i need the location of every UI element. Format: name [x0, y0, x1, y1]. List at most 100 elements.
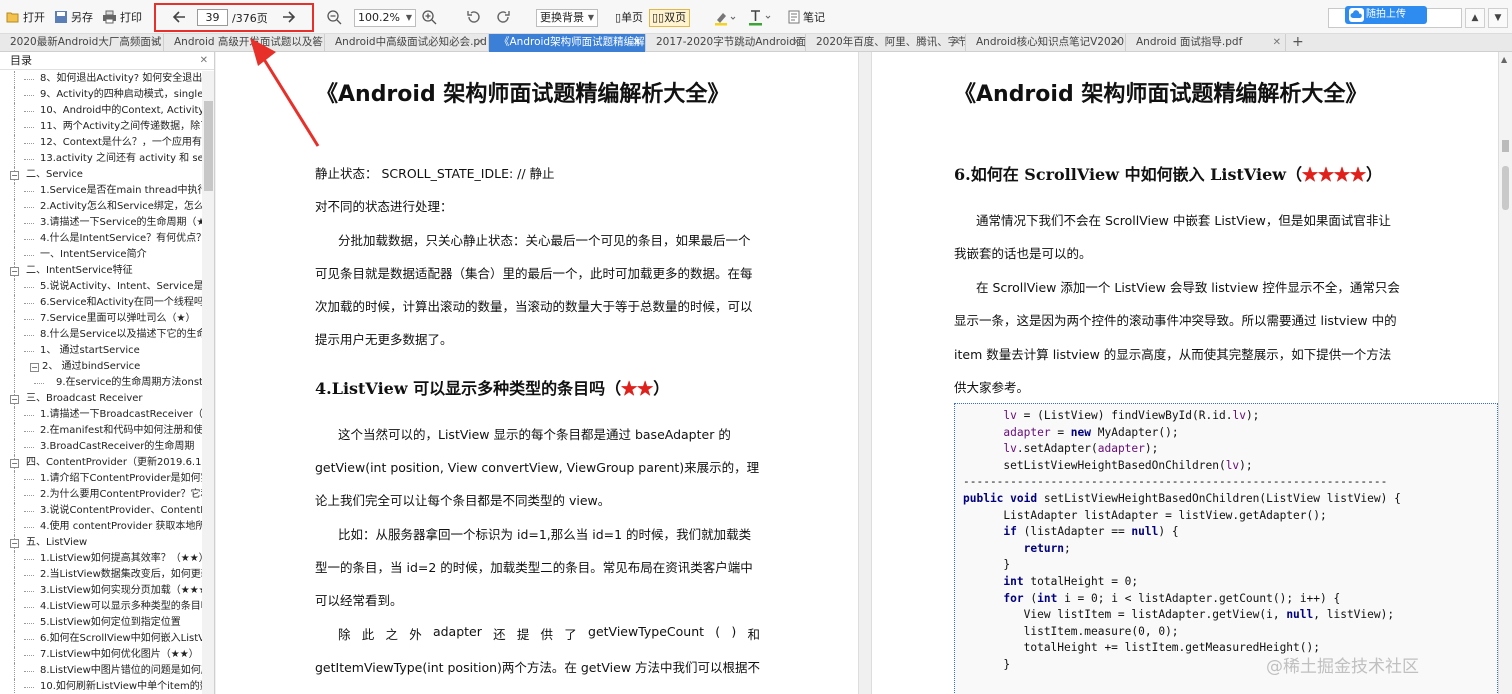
toc-item[interactable]: 一、IntentService简介: [0, 247, 202, 263]
collapse-toggle-icon[interactable]: −: [10, 171, 19, 180]
tree-line: [14, 471, 15, 487]
scroll-thumb[interactable]: [204, 101, 213, 191]
toc-item[interactable]: 2.Activity怎么和Service绑定，怎么在: [0, 199, 202, 215]
tree-branch: [24, 143, 34, 144]
document-scrollbar[interactable]: ▲: [1498, 52, 1512, 694]
close-icon[interactable]: ✕: [476, 34, 484, 51]
rotate-right-icon[interactable]: [495, 9, 511, 25]
collapse-toggle-icon[interactable]: −: [10, 539, 19, 548]
toc-item[interactable]: 13.activity 之间还有 activity 和 servi: [0, 151, 202, 167]
tree-line: [14, 183, 15, 199]
next-page-button[interactable]: [278, 7, 298, 27]
expand-button[interactable]: ▼: [1488, 8, 1508, 28]
toc-item[interactable]: 10、Android中的Context, Activity,: [0, 103, 202, 119]
close-icon[interactable]: ✕: [200, 52, 208, 70]
open-button[interactable]: 打开: [2, 5, 49, 29]
close-icon[interactable]: ✕: [1273, 34, 1281, 51]
toc-item-label: 2.当ListView数据集改变后，如何更新: [40, 569, 202, 580]
print-button[interactable]: 打印: [98, 5, 146, 29]
toc-item[interactable]: 6.如何在ScrollView中如何嵌入ListVie: [0, 631, 202, 647]
toc-item[interactable]: − 二、IntentService特征: [0, 263, 202, 279]
toc-item[interactable]: − 二、Service: [0, 167, 202, 183]
toc-item[interactable]: 2.在manifest和代码中如何注册和使用: [0, 423, 202, 439]
toc-item[interactable]: 7.Service里面可以弹吐司么（★）: [0, 311, 202, 327]
toc-item[interactable]: − 三、Broadcast Receiver: [0, 391, 202, 407]
close-icon[interactable]: ✕: [312, 34, 320, 51]
collapse-toggle-icon[interactable]: −: [10, 459, 19, 468]
upload-button[interactable]: 随拍上传: [1345, 6, 1427, 24]
tab-label: Android 面试指导.pdf: [1136, 36, 1243, 48]
background-select[interactable]: 更换背景 ▼: [536, 9, 598, 27]
toc-item[interactable]: 1.请描述一下BroadcastReceiver（★: [0, 407, 202, 423]
single-page-button[interactable]: ▯单页: [612, 9, 647, 27]
toc-item[interactable]: − 五、ListView: [0, 535, 202, 551]
tab-doc-6[interactable]: 2020年百度、阿里、腾讯、字节 ✕: [806, 34, 966, 52]
collapse-button[interactable]: ▲: [1465, 8, 1485, 28]
toc-item[interactable]: − 四、ContentProvider（更新2019.6.14）: [0, 455, 202, 471]
tab-doc-3[interactable]: Android中高级面试必知必会.pd ✕: [325, 34, 489, 52]
toc-item[interactable]: 3.请描述一下Service的生命周期（★★: [0, 215, 202, 231]
collapse-toggle-icon[interactable]: −: [10, 267, 19, 276]
scroll-thumb[interactable]: [1502, 166, 1509, 210]
tab-doc-5[interactable]: 2017-2020字节跳动Android面 ✕: [646, 34, 806, 52]
tab-label: Android 高级开发面试题以及答: [174, 36, 323, 48]
scroll-thumb[interactable]: [1502, 140, 1509, 152]
close-icon[interactable]: ✕: [151, 34, 159, 51]
prev-page-button[interactable]: [170, 7, 190, 27]
toc-item[interactable]: 1.请介绍下ContentProvider是如何实: [0, 471, 202, 487]
close-icon[interactable]: ✕: [633, 34, 641, 51]
toc-item[interactable]: 2.当ListView数据集改变后，如何更新: [0, 567, 202, 583]
double-page-button[interactable]: ▯▯双页: [649, 9, 691, 27]
toc-item-label: 3.BroadCastReceiver的生命周期: [40, 441, 195, 452]
collapse-toggle-icon[interactable]: −: [10, 395, 19, 404]
toc-item[interactable]: 3.说说ContentProvider、ContentRe: [0, 503, 202, 519]
zoom-select[interactable]: 100.2% ▼: [354, 9, 416, 27]
tab-doc-8[interactable]: Android 面试指导.pdf ✕: [1126, 34, 1286, 52]
toc-item[interactable]: 6.Service和Activity在同一个线程吗（: [0, 295, 202, 311]
collapse-toggle-icon[interactable]: −: [30, 363, 39, 372]
toc-item[interactable]: 5.说说Activity、Intent、Service是什么: [0, 279, 202, 295]
tab-doc-4-active[interactable]: 《Android架构师面试题精编解 ✕: [489, 34, 646, 52]
toc-scrollbar[interactable]: [202, 71, 214, 694]
save-as-button[interactable]: 另存: [50, 5, 97, 29]
toc-item[interactable]: 8.什么是Service以及描述下它的生命周: [0, 327, 202, 343]
add-tab-button[interactable]: +: [1292, 34, 1304, 51]
close-icon[interactable]: ✕: [1113, 34, 1121, 51]
toc-item[interactable]: 10.如何刷新ListView中单个item的数据: [0, 679, 202, 694]
toc-item[interactable]: 11、两个Activity之间传递数据，除了i: [0, 119, 202, 135]
rotate-left-icon[interactable]: [466, 9, 482, 25]
close-icon[interactable]: ✕: [953, 34, 961, 51]
notes-button[interactable]: 笔记: [784, 5, 829, 29]
toc-item[interactable]: 9、Activity的四种启动模式，singleto: [0, 87, 202, 103]
zoom-in-icon[interactable]: [421, 9, 437, 25]
toc-item[interactable]: 4.ListView可以显示多种类型的条目吗: [0, 599, 202, 615]
toc-item[interactable]: 12、Context是什么？，一个应用有多: [0, 135, 202, 151]
tab-doc-7[interactable]: Android核心知识点笔记V2020 ✕: [966, 34, 1126, 52]
close-icon[interactable]: ✕: [793, 34, 801, 51]
toc-item[interactable]: −2、 通过bindService: [0, 359, 202, 375]
tree-line: [14, 151, 15, 167]
toc-item[interactable]: 2.为什么要用ContentProvider？它和: [0, 487, 202, 503]
toc-item[interactable]: 8、如何退出Activity? 如何安全退出已: [0, 71, 202, 87]
toc-item[interactable]: 4.使用 contentProvider 获取本地所有: [0, 519, 202, 535]
toc-item[interactable]: 5.ListView如何定位到指定位置: [0, 615, 202, 631]
text-line: 这个当然可以的，ListView 显示的每个条目都是通过 baseAdapter…: [338, 427, 731, 442]
text-line: 静止状态： SCROLL_STATE_IDLE: // 静止: [315, 166, 555, 181]
toc-item[interactable]: 9.在service的生命周期方法onstar: [0, 375, 202, 391]
tab-doc-1[interactable]: 2020最新Android大厂高频面试 ✕: [0, 34, 164, 52]
toc-item[interactable]: 1.Service是否在main thread中执行,: [0, 183, 202, 199]
toc-item[interactable]: 4.什么是IntentService？有何优点？: [0, 231, 202, 247]
tab-doc-2[interactable]: Android 高级开发面试题以及答 ✕: [164, 34, 325, 52]
zoom-out-icon[interactable]: [326, 9, 342, 25]
toc-item[interactable]: 8.ListView中图片错位的问题是如何产: [0, 663, 202, 679]
scroll-up-icon[interactable]: ▲: [1501, 55, 1507, 64]
text-color-icon[interactable]: [748, 9, 774, 26]
toc-item[interactable]: 1.ListView如何提高其效率？（★★）: [0, 551, 202, 567]
toc-item[interactable]: 3.BroadCastReceiver的生命周期: [0, 439, 202, 455]
toc-item[interactable]: 7.ListView中如何优化图片（★★）: [0, 647, 202, 663]
toc-item[interactable]: 1、 通过startService: [0, 343, 202, 359]
tab-label: Android中高级面试必知必会.pd: [335, 36, 487, 48]
toc-item[interactable]: 3.ListView如何实现分页加载（★★★: [0, 583, 202, 599]
highlighter-icon[interactable]: [714, 10, 736, 26]
page-number-input[interactable]: 39: [197, 9, 228, 26]
